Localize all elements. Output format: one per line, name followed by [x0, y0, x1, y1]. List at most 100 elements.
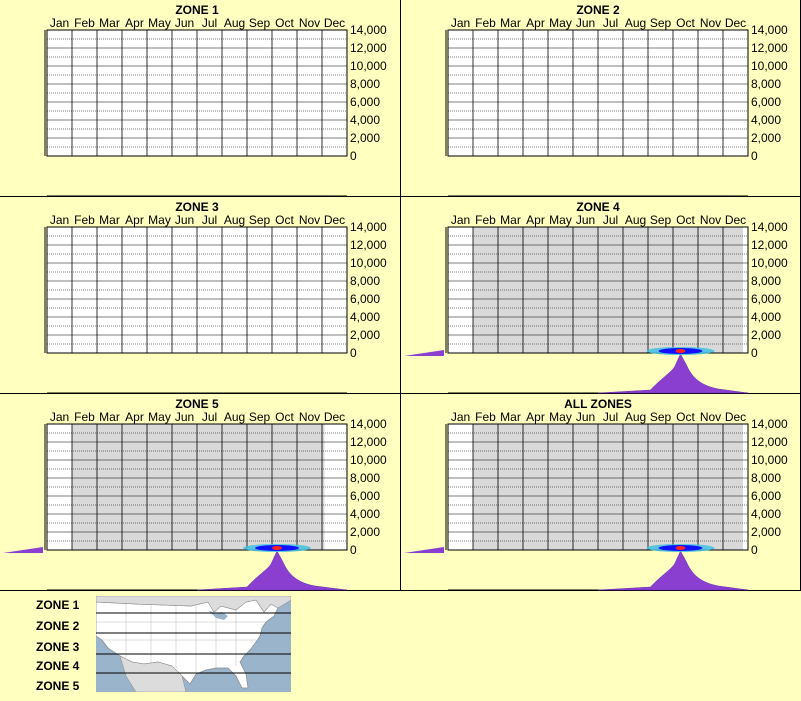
y-tick-label: 2,000 — [751, 131, 781, 145]
month-label-may: May — [549, 16, 572, 30]
y-tick-label: 6,000 — [350, 95, 380, 109]
y-tick-label: 8,000 — [751, 274, 781, 288]
month-label-oct: Oct — [676, 213, 695, 227]
month-label-jan: Jan — [50, 213, 69, 227]
month-label-jul: Jul — [202, 410, 217, 424]
y-tick-label: 6,000 — [751, 95, 781, 109]
chart-svg-zone-3: ZONE 3 Jan Feb Mar Apr May Jun Jul Aug Sep Oct Nov D… — [44, 200, 387, 394]
y-tick-label: 8,000 — [350, 471, 380, 485]
month-label-apr: Apr — [125, 410, 144, 424]
y-tick-label: 12,000 — [350, 238, 387, 252]
y-tick-label: 0 — [350, 149, 357, 163]
hotspot-core — [272, 546, 282, 550]
chart-title: ALL ZONES — [564, 397, 632, 411]
month-label-dec: Dec — [725, 16, 746, 30]
month-label-jul: Jul — [603, 410, 618, 424]
chart-panel-zone-2: ZONE 2 Jan Feb Mar Apr May Jun Jul Aug Sep Oct Nov D… — [401, 0, 801, 197]
y-tick-label: 4,000 — [350, 310, 380, 324]
chart-panel-zone-4: ZONE 4 Jan Feb Mar Apr May Jun Jul Aug Sep Oct Nov D… — [401, 197, 801, 394]
month-label-jun: Jun — [576, 213, 595, 227]
month-label-jan: Jan — [451, 213, 470, 227]
month-label-feb: Feb — [74, 410, 95, 424]
y-tick-label: 0 — [751, 149, 758, 163]
month-label-jan: Jan — [50, 16, 69, 30]
month-label-jan: Jan — [451, 16, 470, 30]
y-tick-label: 14,000 — [350, 220, 387, 234]
chart-svg-zone-1: ZONE 1 Jan Feb Mar Apr May Jun Jul Aug Sep Oct Nov D… — [44, 3, 387, 197]
month-label-sep: Sep — [650, 16, 672, 30]
chart-svg-all-zones: ALL ZONES Jan Feb Mar Apr May Jun Jul Aug Sep Oct N… — [404, 397, 788, 591]
month-label-aug: Aug — [625, 213, 646, 227]
y-tick-label: 2,000 — [751, 328, 781, 342]
y-tick-label: 10,000 — [751, 59, 788, 73]
month-label-dec: Dec — [725, 213, 746, 227]
month-label-may: May — [148, 16, 171, 30]
month-label-dec: Dec — [725, 410, 746, 424]
y-tick-label: 4,000 — [350, 113, 380, 127]
month-label-oct: Oct — [676, 16, 695, 30]
month-label-sep: Sep — [650, 213, 672, 227]
chart-title: ZONE 1 — [175, 3, 219, 17]
month-label-may: May — [148, 213, 171, 227]
y-tick-label: 10,000 — [350, 256, 387, 270]
month-label-jan: Jan — [50, 410, 69, 424]
month-label-oct: Oct — [275, 410, 294, 424]
y-tick-label: 14,000 — [751, 417, 788, 431]
month-label-jun: Jun — [175, 410, 194, 424]
month-label-jul: Jul — [202, 213, 217, 227]
y-tick-label: 8,000 — [350, 274, 380, 288]
chart-page: ZONE 1 Jan Feb Mar Apr May Jun Jul Aug Sep Oct Nov D… — [0, 0, 801, 701]
y-tick-label: 6,000 — [350, 489, 380, 503]
month-label-mar: Mar — [500, 16, 521, 30]
month-label-mar: Mar — [99, 410, 120, 424]
month-label-may: May — [148, 410, 171, 424]
y-tick-label: 4,000 — [751, 310, 781, 324]
month-label-oct: Oct — [275, 213, 294, 227]
density-curve-elevation — [3, 547, 43, 553]
y-tick-label: 14,000 — [350, 23, 387, 37]
y-tick-label: 14,000 — [751, 220, 788, 234]
y-tick-label: 12,000 — [751, 238, 788, 252]
chart-title: ZONE 3 — [175, 200, 219, 214]
month-label-dec: Dec — [324, 16, 345, 30]
density-curve-seasonal — [597, 353, 749, 394]
month-label-jul: Jul — [202, 16, 217, 30]
month-label-aug: Aug — [224, 16, 245, 30]
legend-zone-1-label: ZONE 1 — [36, 598, 80, 612]
month-label-mar: Mar — [500, 410, 521, 424]
month-label-mar: Mar — [99, 16, 120, 30]
y-tick-label: 10,000 — [350, 59, 387, 73]
month-label-dec: Dec — [324, 410, 345, 424]
month-label-aug: Aug — [224, 410, 245, 424]
y-tick-label: 6,000 — [350, 292, 380, 306]
month-label-aug: Aug — [625, 16, 646, 30]
legend-zone-3-label: ZONE 3 — [36, 640, 80, 654]
month-label-jun: Jun — [576, 410, 595, 424]
chart-panel-zone-1: ZONE 1 Jan Feb Mar Apr May Jun Jul Aug Sep Oct Nov D… — [0, 0, 401, 197]
month-label-apr: Apr — [526, 410, 545, 424]
y-tick-label: 12,000 — [751, 435, 788, 449]
y-tick-label: 12,000 — [751, 41, 788, 55]
hotspot-core — [675, 349, 686, 353]
density-curve-seasonal — [196, 550, 348, 591]
chart-panel-zone-3: ZONE 3 Jan Feb Mar Apr May Jun Jul Aug Sep Oct Nov D… — [0, 197, 401, 394]
density-curve-elevation — [404, 350, 444, 356]
month-label-oct: Oct — [275, 16, 294, 30]
month-label-apr: Apr — [125, 213, 144, 227]
month-label-jun: Jun — [175, 213, 194, 227]
month-label-feb: Feb — [74, 16, 95, 30]
month-label-feb: Feb — [74, 213, 95, 227]
month-label-may: May — [549, 410, 572, 424]
month-label-feb: Feb — [475, 213, 496, 227]
month-label-aug: Aug — [224, 213, 245, 227]
month-label-oct: Oct — [676, 410, 695, 424]
month-label-jul: Jul — [603, 213, 618, 227]
month-label-may: May — [549, 213, 572, 227]
zone-legend: ZONE 1 ZONE 2 ZONE 3 ZONE 4 ZONE 5 — [0, 591, 801, 701]
y-tick-label: 4,000 — [751, 113, 781, 127]
month-label-mar: Mar — [99, 213, 120, 227]
month-label-dec: Dec — [324, 213, 345, 227]
y-tick-label: 2,000 — [751, 525, 781, 539]
y-tick-label: 6,000 — [751, 489, 781, 503]
chart-svg-zone-2: ZONE 2 Jan Feb Mar Apr May Jun Jul Aug Sep Oct Nov D… — [445, 3, 788, 197]
